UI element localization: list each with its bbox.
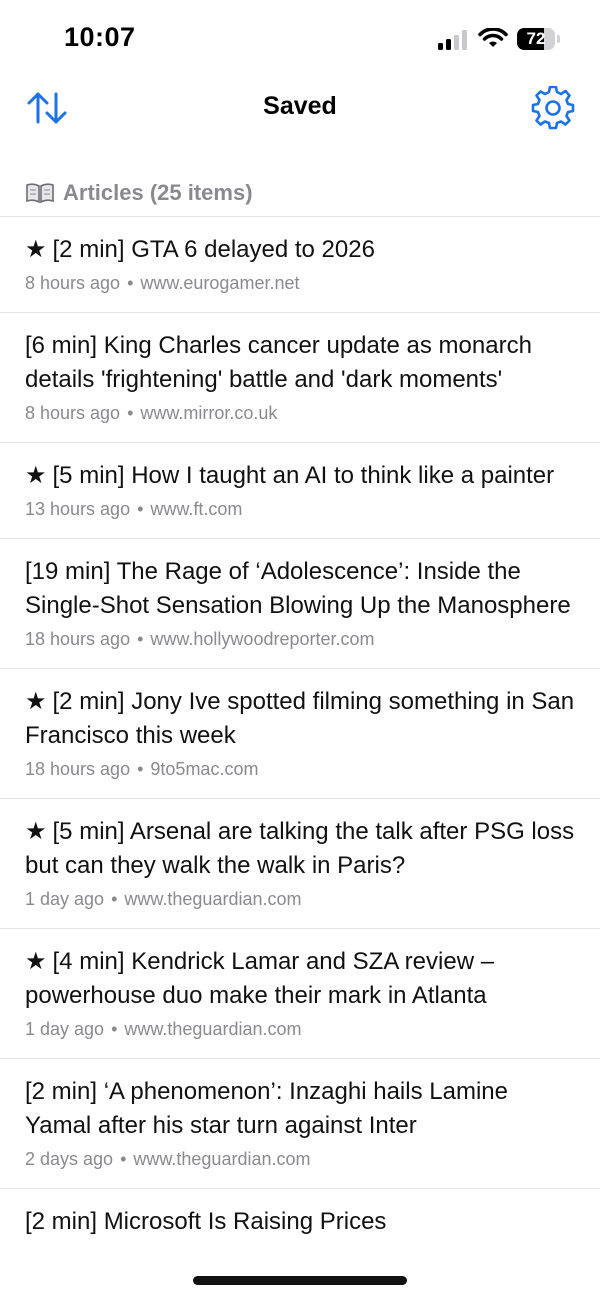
list-item[interactable]: [6 min] King Charles cancer update as mo…: [0, 312, 600, 442]
page-title: Saved: [263, 92, 337, 120]
article-source: www.hollywoodreporter.com: [150, 629, 375, 649]
article-age: 2 days ago: [25, 1149, 114, 1169]
list-item[interactable]: ★ [2 min] Jony Ive spotted filming someth…: [0, 668, 600, 798]
article-title: [2 min] ‘A phenomenon’: Inzaghi hails La…: [25, 1078, 508, 1139]
book-icon: [26, 183, 54, 204]
section-title: Articles (25 items): [63, 180, 253, 205]
article-age: 18 hours ago: [25, 629, 131, 649]
article-meta: 1 day ago • www.theguardian.com: [25, 889, 302, 909]
article-age: 8 hours ago: [25, 403, 121, 423]
article-meta: 13 hours ago • www.ft.com: [25, 499, 243, 519]
screen: 10:07 72 Saved Articles (25 items) ★ [2 …: [0, 0, 600, 1298]
list-item[interactable]: ★ [5 min] Arsenal are talking the talk af…: [0, 798, 600, 928]
article-age: 13 hours ago: [25, 499, 131, 519]
article-meta: 1 day ago • www.theguardian.com: [25, 1019, 302, 1039]
article-source: www.theguardian.com: [133, 1149, 311, 1169]
article-age: 1 day ago: [25, 1019, 105, 1039]
star-icon: ★: [25, 236, 47, 263]
status-bar: 10:07 72: [0, 0, 600, 80]
article-age: 18 hours ago: [25, 759, 131, 779]
section-header: Articles (25 items): [25, 180, 253, 206]
article-source: www.theguardian.com: [124, 889, 302, 909]
list-item[interactable]: [19 min] The Rage of ‘Adolescence’: Insi…: [0, 538, 600, 668]
star-icon: ★: [25, 462, 47, 489]
article-source: www.ft.com: [150, 499, 243, 519]
nav-bar: Saved: [0, 80, 600, 134]
cellular-signal-icon: [438, 30, 467, 50]
article-title: [19 min] The Rage of ‘Adolescence’: Insi…: [25, 558, 571, 619]
article-age: 1 day ago: [25, 889, 105, 909]
article-source: www.eurogamer.net: [140, 273, 300, 293]
article-source: 9to5mac.com: [150, 759, 259, 779]
article-title: [2 min] Microsoft Is Raising Prices: [25, 1208, 387, 1235]
article-title: ★ [2 min] GTA 6 delayed to 2026: [25, 236, 375, 263]
wifi-icon: [478, 28, 508, 47]
article-meta: 2 days ago • www.theguardian.com: [25, 1149, 311, 1169]
list-item[interactable]: ★ [2 min] GTA 6 delayed to 2026 8 hours a…: [0, 216, 600, 312]
article-source: www.theguardian.com: [124, 1019, 302, 1039]
list-item[interactable]: [2 min] ‘A phenomenon’: Inzaghi hails La…: [0, 1058, 600, 1188]
article-meta: 18 hours ago • www.hollywoodreporter.com: [25, 629, 375, 649]
article-meta: 8 hours ago • www.mirror.co.uk: [25, 403, 278, 423]
article-meta: 18 hours ago • 9to5mac.com: [25, 759, 259, 779]
article-meta: 8 hours ago • www.eurogamer.net: [25, 273, 300, 293]
gear-icon[interactable]: [530, 86, 576, 130]
star-icon: ★: [25, 948, 47, 975]
star-icon: ★: [25, 818, 47, 845]
article-title: ★ [4 min] Kendrick Lamar and SZA review –…: [25, 948, 495, 1009]
list-item[interactable]: [2 min] Microsoft Is Raising Prices: [0, 1188, 600, 1256]
article-source: www.mirror.co.uk: [140, 403, 278, 423]
list-item[interactable]: ★ [4 min] Kendrick Lamar and SZA review –…: [0, 928, 600, 1058]
battery-level: 72: [526, 29, 546, 48]
article-age: 8 hours ago: [25, 273, 121, 293]
list-item[interactable]: ★ [5 min] How I taught an AI to think lik…: [0, 442, 600, 538]
home-indicator[interactable]: [193, 1276, 407, 1285]
article-title: ★ [5 min] Arsenal are talking the talk af…: [25, 818, 575, 879]
star-icon: ★: [25, 688, 47, 715]
article-list: ★ [2 min] GTA 6 delayed to 2026 8 hours a…: [0, 216, 600, 1256]
article-title: ★ [2 min] Jony Ive spotted filming someth…: [25, 688, 575, 749]
article-title: ★ [5 min] How I taught an AI to think lik…: [25, 462, 555, 489]
battery-icon: 72: [517, 28, 561, 50]
status-time: 10:07: [64, 22, 136, 52]
article-title: [6 min] King Charles cancer update as mo…: [25, 332, 532, 393]
